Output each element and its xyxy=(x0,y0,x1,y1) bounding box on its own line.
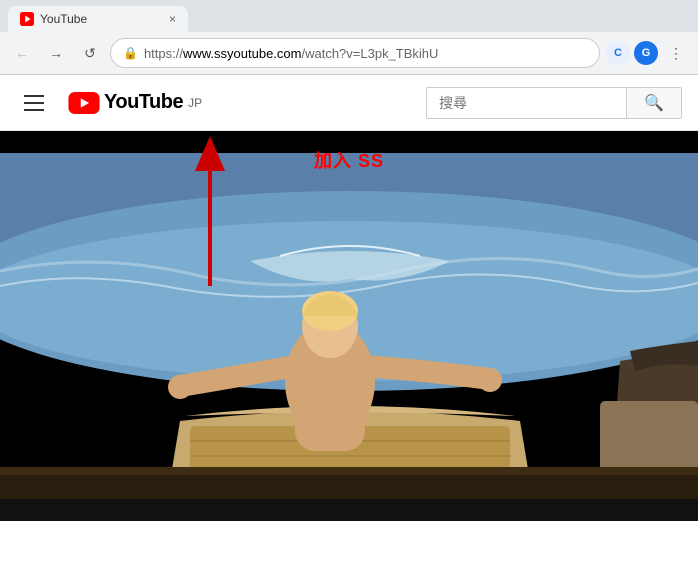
video-container: 加入 SS xyxy=(0,131,698,521)
browser-actions: C G ⋮ xyxy=(606,39,690,67)
video-overlay-text: 加入 SS xyxy=(0,147,698,173)
forward-button[interactable]: → xyxy=(42,39,70,67)
hamburger-menu-button[interactable] xyxy=(16,87,52,119)
search-container: 🔍 xyxy=(426,87,682,119)
address-bar[interactable]: 🔒 https://www.ssyoutube.com/watch?v=L3pk… xyxy=(110,38,600,68)
url-path: /watch?v=L3pk_TBkihU xyxy=(301,46,438,61)
browser-chrome: YouTube × ← → ↺ 🔒 https://www.ssyoutube.… xyxy=(0,0,698,75)
youtube-header: YouTube JP 🔍 xyxy=(0,75,698,131)
browser-tabs: YouTube × xyxy=(0,0,698,32)
url-scheme: https:// xyxy=(144,46,183,61)
hamburger-line-1 xyxy=(24,95,44,97)
url-display: https://www.ssyoutube.com/watch?v=L3pk_T… xyxy=(144,46,587,61)
url-domain: www.ssyoutube.com xyxy=(183,46,302,61)
youtube-logo-icon xyxy=(68,92,100,114)
lock-icon: 🔒 xyxy=(123,46,138,60)
search-button[interactable]: 🔍 xyxy=(626,87,682,119)
active-tab[interactable]: YouTube × xyxy=(8,6,188,32)
extension-c-button[interactable]: C xyxy=(606,41,630,65)
search-icon: 🔍 xyxy=(644,93,664,113)
browser-menu-button[interactable]: ⋮ xyxy=(662,39,690,67)
search-input[interactable] xyxy=(426,87,626,119)
video-scene xyxy=(0,131,698,521)
hamburger-line-2 xyxy=(24,102,44,104)
tab-title: YouTube xyxy=(40,12,87,26)
youtube-logo-jp: JP xyxy=(188,96,202,110)
browser-toolbar: ← → ↺ 🔒 https://www.ssyoutube.com/watch?… xyxy=(0,32,698,74)
tab-favicon xyxy=(20,12,34,26)
refresh-button[interactable]: ↺ xyxy=(76,39,104,67)
hamburger-line-3 xyxy=(24,109,44,111)
back-button[interactable]: ← xyxy=(8,39,36,67)
youtube-logo-text: YouTube xyxy=(104,91,183,114)
tab-close-btn[interactable]: × xyxy=(169,12,176,26)
youtube-logo[interactable]: YouTube JP xyxy=(68,91,202,114)
extension-g-button[interactable]: G xyxy=(634,41,658,65)
